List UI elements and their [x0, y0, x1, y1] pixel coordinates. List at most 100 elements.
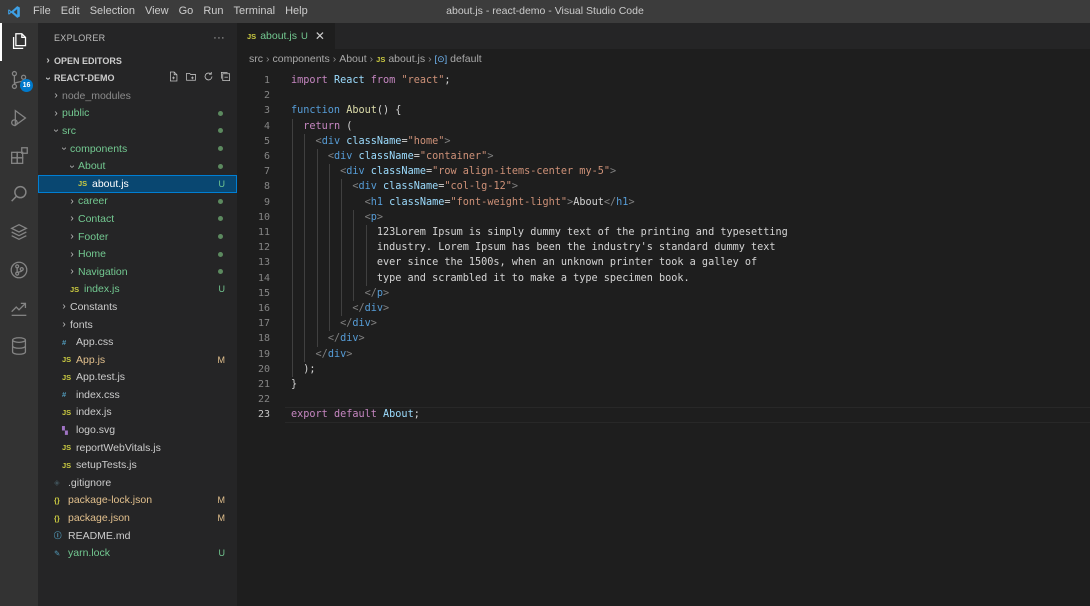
refresh-icon[interactable]: [203, 71, 214, 85]
line-number: 12: [257, 242, 270, 254]
code-token: ;: [444, 75, 451, 86]
file-app-test-js[interactable]: JS App.test.js: [38, 369, 237, 387]
new-file-icon[interactable]: [168, 71, 179, 85]
file-index-js[interactable]: JS index.js U: [38, 281, 237, 299]
line-number: 13: [257, 257, 270, 269]
folder-node-modules[interactable]: › node_modules: [38, 87, 237, 105]
breadcrumb-about-folder[interactable]: About: [339, 53, 366, 65]
file-index-css[interactable]: # index.css: [38, 386, 237, 404]
folder-contact[interactable]: › Contact: [38, 210, 237, 228]
menu-terminal[interactable]: Terminal: [229, 0, 281, 23]
project-label: REACT-DEMO: [54, 73, 115, 84]
file-app-js[interactable]: JS App.js M: [38, 351, 237, 369]
tree-item-label: yarn.lock: [68, 547, 111, 560]
folder-fonts[interactable]: › fonts: [38, 316, 237, 334]
code-token: >: [487, 151, 494, 162]
git-graph-icon[interactable]: [0, 251, 38, 289]
menu-help[interactable]: Help: [280, 0, 313, 23]
breadcrumb-src[interactable]: src: [249, 53, 263, 65]
code-token: return: [303, 120, 341, 132]
menu-file[interactable]: File: [28, 0, 56, 23]
extensions-icon[interactable]: [0, 137, 38, 175]
git-status-badge: U: [218, 284, 226, 295]
breadcrumb-components[interactable]: components: [273, 53, 330, 65]
menu-selection[interactable]: Selection: [85, 0, 140, 23]
git-status-badge: M: [217, 513, 226, 524]
project-section[interactable]: › REACT-DEMO: [38, 70, 237, 88]
folder-src[interactable]: › src: [38, 122, 237, 140]
code-token: "row align-items-center my-5": [432, 166, 610, 178]
database-icon[interactable]: [0, 327, 38, 365]
code-line: </div>: [291, 347, 353, 362]
git-status-dot-icon: [218, 234, 223, 240]
explorer-icon[interactable]: [0, 23, 38, 61]
line-number: 14: [257, 272, 270, 284]
menu-view[interactable]: View: [140, 0, 174, 23]
tab-about-js[interactable]: JS about.js U ✕: [237, 23, 335, 49]
file-index-js[interactable]: JS index.js: [38, 404, 237, 422]
collapse-all-icon[interactable]: [220, 71, 231, 85]
file-yarn-lock[interactable]: ✎ yarn.lock U: [38, 544, 237, 562]
scm-badge: 16: [20, 79, 33, 92]
folder-components[interactable]: › components: [38, 140, 237, 158]
breadcrumb-separator-icon: ›: [369, 53, 374, 65]
css-file-icon: #: [62, 337, 67, 347]
folder-footer[interactable]: › Footer: [38, 228, 237, 246]
file--gitignore[interactable]: ◈ .gitignore: [38, 474, 237, 492]
folder-navigation[interactable]: › Navigation: [38, 263, 237, 281]
file-package-lock-json[interactable]: {} package-lock.json M: [38, 492, 237, 510]
chevron-down-icon: ›: [42, 76, 54, 80]
code-token: </: [327, 333, 341, 345]
file-readme-md[interactable]: ⓘ README.md: [38, 527, 237, 545]
search-icon[interactable]: [0, 175, 38, 213]
source-control-icon[interactable]: 16: [0, 61, 38, 99]
menu-edit[interactable]: Edit: [56, 0, 85, 23]
git-status-badge: M: [217, 354, 226, 365]
folder-about[interactable]: › About: [38, 157, 237, 175]
code-token: h1: [370, 196, 384, 208]
code-token: className: [389, 196, 445, 208]
line-number: 7: [263, 166, 270, 178]
json-file-icon: {}: [54, 513, 60, 523]
tree-item-label: About: [78, 160, 106, 173]
open-editors-section[interactable]: › OPEN EDITORS: [38, 52, 237, 70]
code-token: >: [511, 181, 518, 193]
close-icon[interactable]: ✕: [315, 29, 325, 43]
code-token: div: [346, 166, 365, 178]
file-package-json[interactable]: {} package.json M: [38, 509, 237, 527]
breadcrumb-symbol[interactable]: default: [450, 53, 482, 65]
file-setuptests-js[interactable]: JS setupTests.js: [38, 456, 237, 474]
folder-public[interactable]: › public: [38, 105, 237, 123]
more-actions-icon[interactable]: ···: [213, 32, 225, 44]
folder-constants[interactable]: › Constants: [38, 298, 237, 316]
svg-file-icon: ▚: [62, 425, 68, 435]
folder-home[interactable]: › Home: [38, 245, 237, 263]
js-file-icon: JS: [70, 284, 80, 294]
code-line: <div className="row align-items-center m…: [291, 164, 616, 179]
file-about-js[interactable]: JS about.js U: [38, 174, 237, 193]
menu-go[interactable]: Go: [174, 0, 199, 23]
chevron-right-icon: ›: [62, 301, 66, 313]
new-folder-icon[interactable]: [185, 71, 197, 85]
file-app-css[interactable]: # App.css: [38, 333, 237, 351]
code-token: About: [346, 105, 377, 117]
run-debug-icon[interactable]: [0, 99, 38, 137]
menu-run[interactable]: Run: [198, 0, 228, 23]
line-number: 17: [257, 318, 270, 330]
file-logo-svg[interactable]: ▚ logo.svg: [38, 421, 237, 439]
js-file-icon: JS: [78, 179, 88, 189]
file-reportwebvitals-js[interactable]: JS reportWebVitals.js: [38, 439, 237, 457]
layers-icon[interactable]: [0, 213, 38, 251]
breadcrumb-file[interactable]: about.js: [388, 53, 425, 65]
code-token: >: [628, 196, 635, 208]
symbol-variable-icon: [⊙]: [434, 53, 448, 64]
code-token: </: [364, 287, 377, 299]
remote-explorer-icon[interactable]: [0, 289, 38, 327]
folder-career[interactable]: › career: [38, 193, 237, 211]
